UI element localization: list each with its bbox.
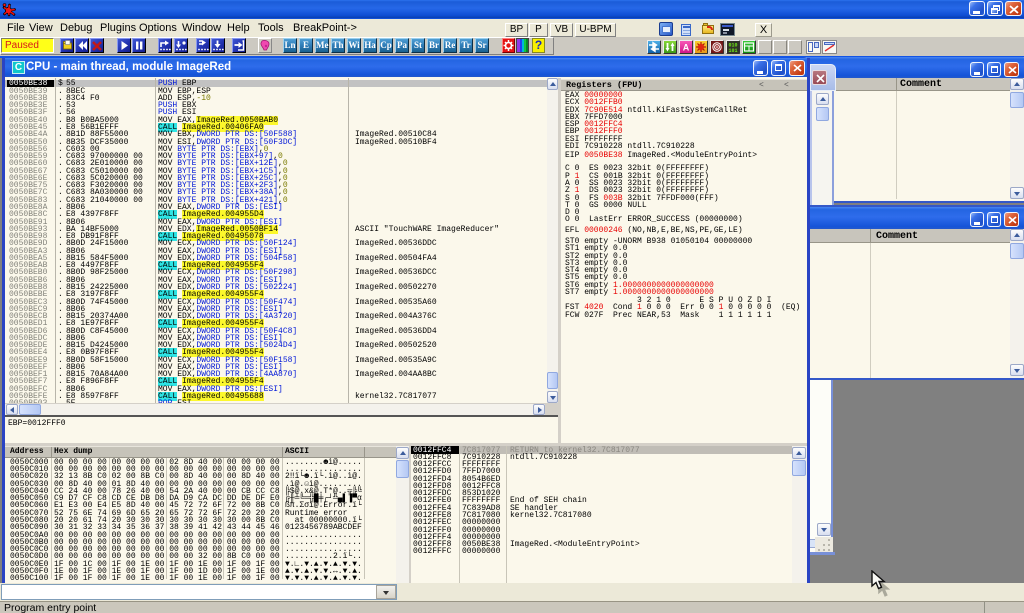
- svg-text:101: 101: [728, 48, 737, 53]
- svg-text:A: A: [683, 43, 690, 53]
